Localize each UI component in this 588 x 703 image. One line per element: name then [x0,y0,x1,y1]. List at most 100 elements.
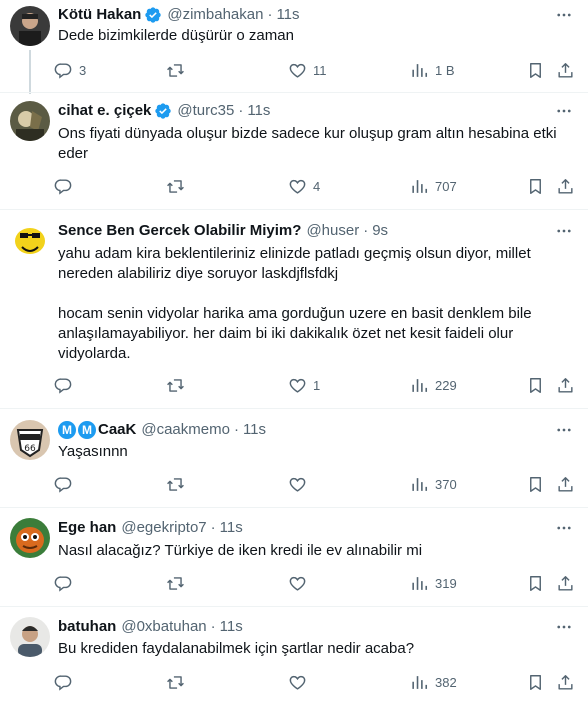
share-button[interactable] [556,175,575,197]
retweet-button[interactable] [166,572,185,594]
more-button[interactable] [554,420,574,440]
more-icon [557,13,571,17]
display-name[interactable]: batuhan [58,617,116,637]
bookmark-button[interactable] [526,374,545,396]
avatar[interactable] [10,6,50,46]
more-button[interactable] [554,617,574,637]
tweet-actions: 4 707 [54,175,582,197]
more-icon [557,428,571,432]
like-button[interactable]: 11 [288,59,327,81]
avatar[interactable] [10,617,50,657]
handle[interactable]: @0xbatuhan [121,617,206,637]
share-button[interactable] [556,374,575,396]
bookmark-button[interactable] [526,59,545,81]
reply-button[interactable] [54,175,79,197]
views-button[interactable]: 370 [410,473,457,495]
views-count: 319 [435,575,457,591]
handle[interactable]: @zimbahakan [167,5,263,25]
display-name[interactable]: CaaK [98,420,136,440]
separator-dot: · [210,618,216,635]
timestamp[interactable]: 11s [220,518,243,538]
timestamp[interactable]: 11s [276,5,299,25]
retweet-icon [167,675,184,689]
reply-button[interactable]: 3 [54,59,86,81]
retweet-icon [167,63,184,77]
like-button[interactable] [288,671,313,693]
avatar[interactable]: 66 [10,420,50,460]
retweet-button[interactable] [166,473,185,495]
tweet-text: yahu adam kira beklentileriniz elinizde … [58,245,532,362]
reply-button[interactable] [54,572,79,594]
separator-dot: · [267,6,273,23]
share-icon [558,62,573,78]
reply-button[interactable] [54,671,79,693]
views-icon [412,675,428,689]
timestamp[interactable]: 11s [247,101,270,121]
share-icon [558,575,573,591]
views-button[interactable]: 319 [410,572,457,594]
like-icon [289,63,306,78]
timestamp[interactable]: 11s [220,617,243,637]
views-button[interactable]: 1 B [410,59,455,81]
more-button[interactable] [554,101,574,121]
bookmark-button[interactable] [526,671,545,693]
views-button[interactable]: 707 [410,175,457,197]
views-button[interactable]: 229 [410,374,457,396]
views-button[interactable]: 382 [410,671,457,693]
handle[interactable]: @turc35 [177,101,234,121]
bookmark-button[interactable] [526,175,545,197]
tweet-actions: 370 [54,473,582,495]
tweet-actions: 1 229 [54,374,582,396]
share-icon [558,674,573,690]
like-button[interactable] [288,572,313,594]
handle[interactable]: @caakmemo [141,420,230,440]
divider [0,209,588,210]
retweet-icon [167,179,184,193]
reply-icon [54,575,72,592]
display-name[interactable]: Sence Ben Gercek Olabilir Miyim? [58,221,301,241]
timestamp[interactable]: 11s [243,420,266,440]
bookmark-icon [530,178,541,194]
retweet-button[interactable] [166,671,185,693]
reply-button[interactable] [54,374,79,396]
reply-icon [54,178,72,195]
like-icon [289,179,306,194]
avatar[interactable] [10,101,50,141]
tweet-header: Ege han @egekripto7 · 11s [58,518,243,538]
handle[interactable]: @egekripto7 [121,518,206,538]
views-icon [412,576,428,590]
more-button[interactable] [554,518,574,538]
verified-icon [155,103,172,119]
like-button[interactable] [288,473,313,495]
bookmark-icon [530,575,541,591]
tweet-header: Kötü Hakan @zimbahakan · 11s [58,5,300,25]
display-name[interactable]: Kötü Hakan [58,5,141,25]
like-button[interactable]: 1 [288,374,320,396]
views-count: 1 B [435,62,455,78]
timestamp[interactable]: 9s [372,221,388,241]
share-button[interactable] [556,59,575,81]
tweet-header: batuhan @0xbatuhan · 11s [58,617,243,637]
like-button[interactable]: 4 [288,175,320,197]
more-button[interactable] [554,221,574,241]
share-button[interactable] [556,671,575,693]
more-icon [557,625,571,629]
tweet-header: cihat e. çiçek @turc35 · 11s [58,101,270,121]
bookmark-button[interactable] [526,572,545,594]
display-name[interactable]: cihat e. çiçek [58,101,151,121]
share-button[interactable] [556,572,575,594]
display-name[interactable]: Ege han [58,518,116,538]
retweet-button[interactable] [166,175,185,197]
avatar[interactable] [10,518,50,558]
divider [0,92,588,93]
bookmark-button[interactable] [526,473,545,495]
more-button[interactable] [554,5,574,25]
tweet-text: Nasıl alacağız? Türkiye de iken kredi il… [58,542,423,559]
retweet-button[interactable] [166,374,185,396]
avatar[interactable] [10,221,50,261]
retweet-button[interactable] [166,59,185,81]
share-button[interactable] [556,473,575,495]
views-icon [412,63,428,77]
handle[interactable]: @huser [306,221,359,241]
reply-button[interactable] [54,473,79,495]
